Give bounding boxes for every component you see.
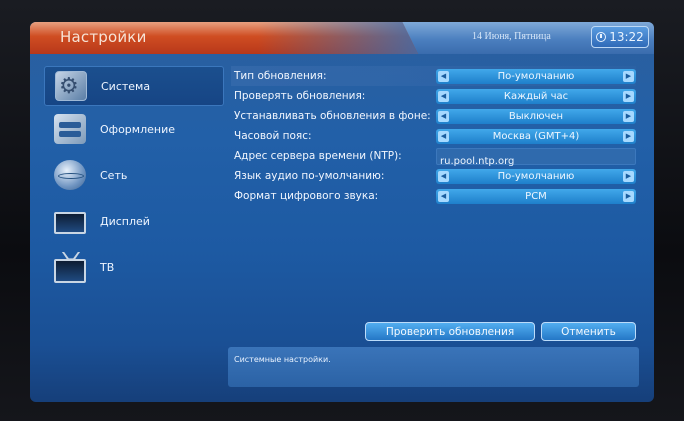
clock-badge: 13:22 xyxy=(591,26,649,48)
setting-row-audio-language[interactable]: Язык аудио по-умолчанию: ◀ По-умолчанию … xyxy=(231,166,636,186)
title-bar: Настройки 14 Июня, Пятница 13:22 xyxy=(30,22,654,54)
arrow-left-icon[interactable]: ◀ xyxy=(438,110,449,122)
setting-label: Язык аудио по-умолчанию: xyxy=(234,170,385,182)
sidebar-item-appearance[interactable]: Оформление xyxy=(44,106,224,152)
update-type-selector[interactable]: ◀ По-умолчанию ▶ xyxy=(436,68,636,84)
arrow-left-icon[interactable]: ◀ xyxy=(438,190,449,202)
clock-time: 13:22 xyxy=(609,30,644,44)
setting-row-ntp-server[interactable]: Адрес сервера времени (NTP): xyxy=(231,146,636,169)
arrow-right-icon[interactable]: ▶ xyxy=(623,130,634,142)
arrow-right-icon[interactable]: ▶ xyxy=(623,70,634,82)
arrow-left-icon[interactable]: ◀ xyxy=(438,130,449,142)
setting-row-update-type[interactable]: Тип обновления: ◀ По-умолчанию ▶ xyxy=(231,66,636,86)
arrow-left-icon[interactable]: ◀ xyxy=(438,70,449,82)
selector-value: Выключен xyxy=(508,110,564,122)
gear-icon xyxy=(55,71,87,101)
arrow-right-icon[interactable]: ▶ xyxy=(623,170,634,182)
setting-row-check-updates[interactable]: Проверять обновления: ◀ Каждый час ▶ xyxy=(231,86,636,106)
audio-language-selector[interactable]: ◀ По-умолчанию ▶ xyxy=(436,168,636,184)
selector-value: Каждый час xyxy=(503,90,569,102)
setting-label: Проверять обновления: xyxy=(234,90,366,102)
clock-icon xyxy=(596,32,607,42)
arrow-left-icon[interactable]: ◀ xyxy=(438,90,449,102)
arrow-right-icon[interactable]: ▶ xyxy=(623,110,634,122)
check-updates-selector[interactable]: ◀ Каждый час ▶ xyxy=(436,88,636,104)
description-text: Системные настройки. xyxy=(234,355,331,364)
sidebar-item-label: Сеть xyxy=(100,168,128,182)
arrow-left-icon[interactable]: ◀ xyxy=(438,170,449,182)
date-label: 14 Июня, Пятница xyxy=(472,31,551,42)
selector-value: По-умолчанию xyxy=(497,70,575,82)
selector-value: По-умолчанию xyxy=(497,170,575,182)
sidebar-item-label: ТВ xyxy=(100,260,115,274)
cancel-button[interactable]: Отменить xyxy=(541,322,636,341)
setting-label: Адрес сервера времени (NTP): xyxy=(234,150,402,162)
arrow-right-icon[interactable]: ▶ xyxy=(623,90,634,102)
sidebar-item-tv[interactable]: ТВ xyxy=(44,244,224,290)
sidebar-item-network[interactable]: Сеть xyxy=(44,152,224,198)
description-panel: Системные настройки. xyxy=(228,347,639,387)
settings-screen: Настройки 14 Июня, Пятница 13:22 Система… xyxy=(30,22,654,402)
digital-audio-selector[interactable]: ◀ PCM ▶ xyxy=(436,188,636,204)
settings-list: Тип обновления: ◀ По-умолчанию ▶ Проверя… xyxy=(231,66,636,206)
ntp-server-field[interactable] xyxy=(436,147,636,169)
setting-row-timezone[interactable]: Часовой пояс: ◀ Москва (GMT+4) ▶ xyxy=(231,126,636,146)
setting-label: Устанавливать обновления в фоне: xyxy=(234,110,431,122)
setting-label: Формат цифрового звука: xyxy=(234,190,379,202)
tv-icon xyxy=(54,259,86,283)
display-icon xyxy=(54,212,86,234)
timezone-selector[interactable]: ◀ Москва (GMT+4) ▶ xyxy=(436,128,636,144)
selector-value: Москва (GMT+4) xyxy=(492,130,580,142)
sidebar-item-label: Система xyxy=(101,79,151,93)
selector-value: PCM xyxy=(525,190,547,202)
setting-label: Тип обновления: xyxy=(234,70,327,82)
sidebar-item-label: Дисплей xyxy=(100,214,150,228)
setting-label: Часовой пояс: xyxy=(234,130,312,142)
sidebar-item-label: Оформление xyxy=(100,122,175,136)
background-install-selector[interactable]: ◀ Выключен ▶ xyxy=(436,108,636,124)
setting-row-digital-audio[interactable]: Формат цифрового звука: ◀ PCM ▶ xyxy=(231,186,636,206)
sidebar: Система Оформление Сеть Дисплей ТВ xyxy=(44,66,224,290)
page-title: Настройки xyxy=(60,28,147,46)
sidebar-item-system[interactable]: Система xyxy=(44,66,224,106)
setting-row-background-install[interactable]: Устанавливать обновления в фоне: ◀ Выклю… xyxy=(231,106,636,126)
arrow-right-icon[interactable]: ▶ xyxy=(623,190,634,202)
globe-icon xyxy=(54,160,86,190)
check-updates-button[interactable]: Проверить обновления xyxy=(365,322,535,341)
sidebar-item-display[interactable]: Дисплей xyxy=(44,198,224,244)
theme-toggle-icon xyxy=(54,114,86,144)
